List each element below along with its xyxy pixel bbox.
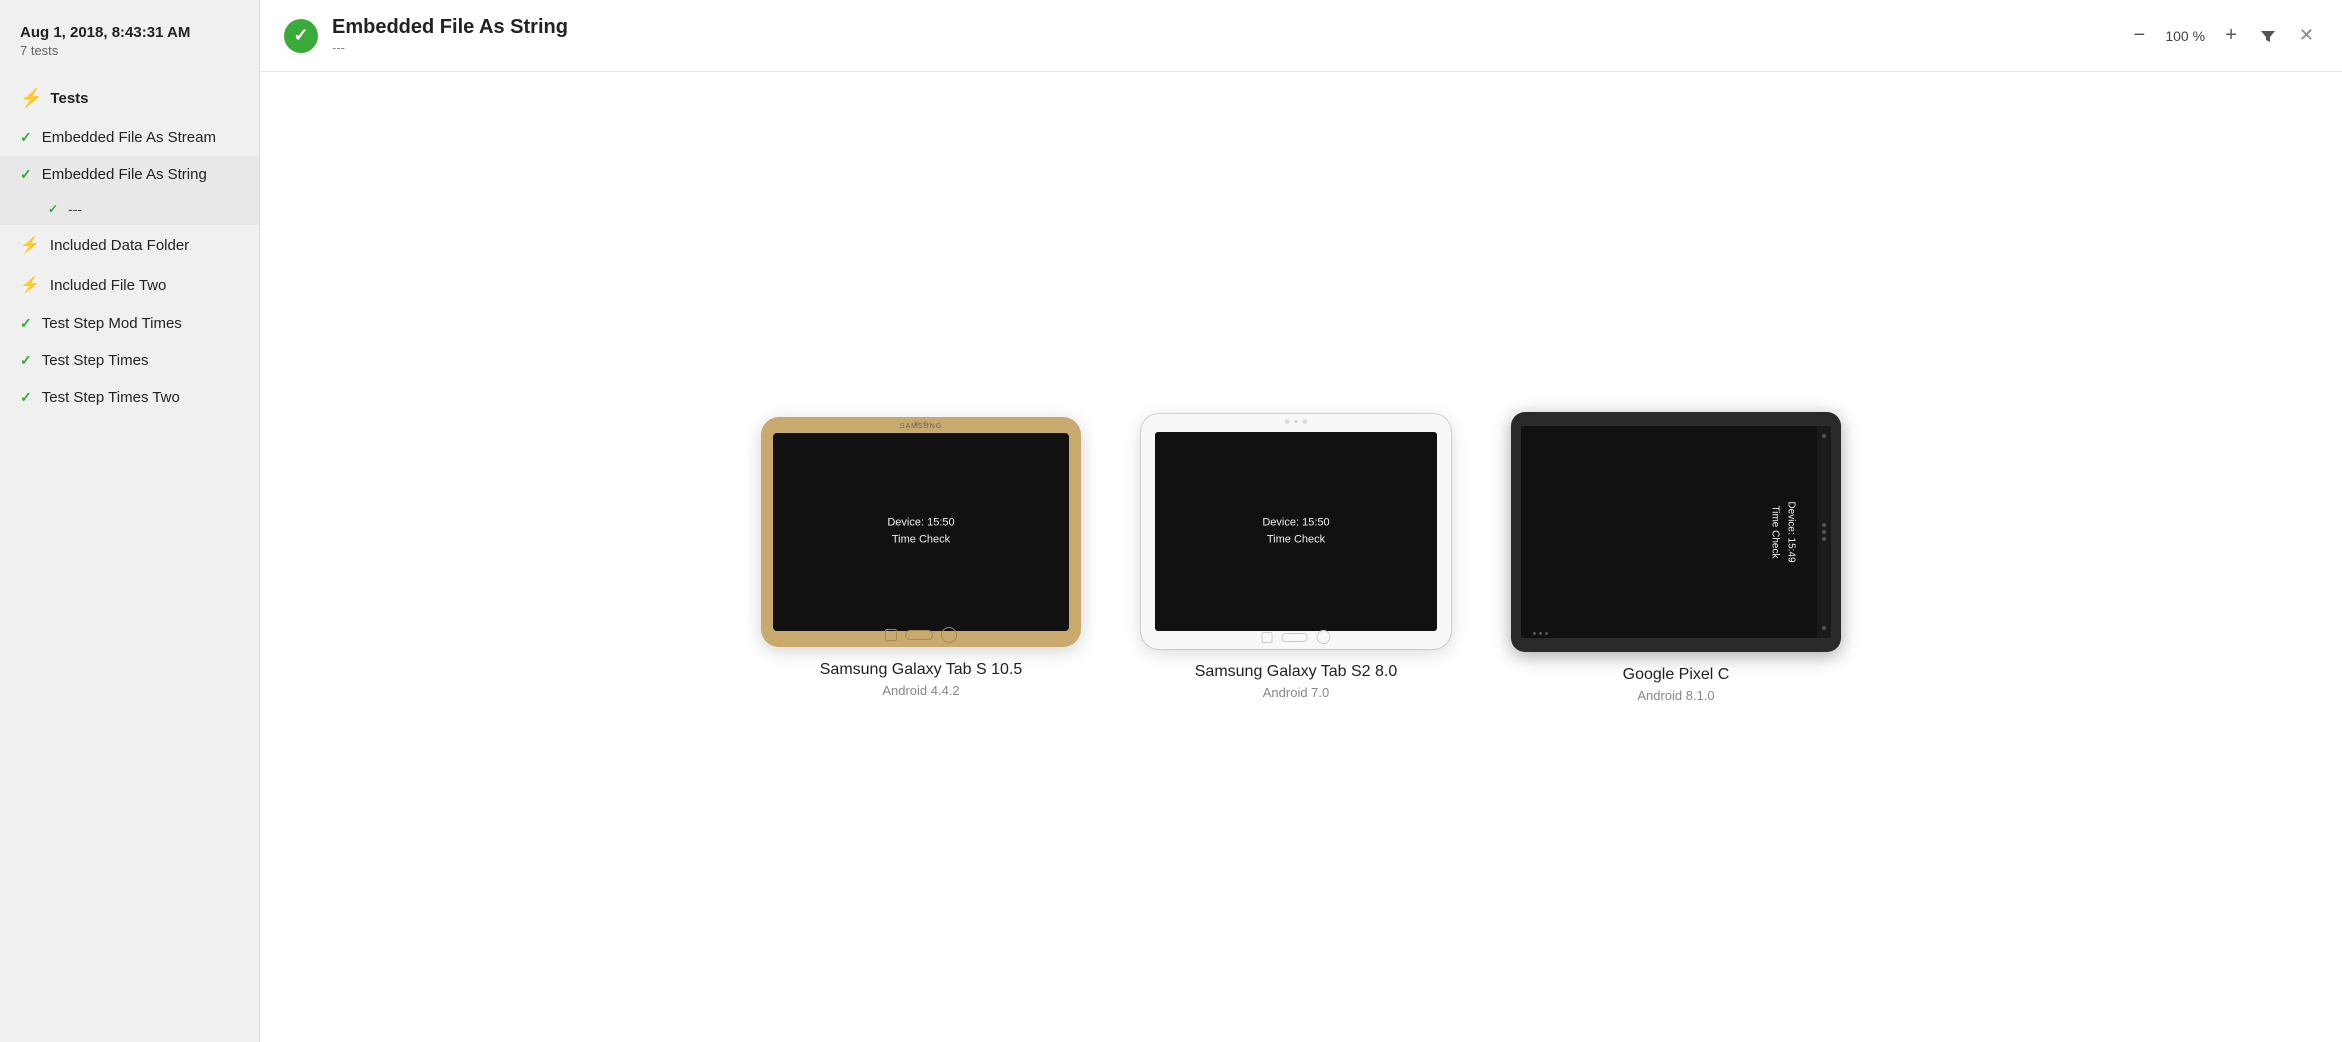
sidebar-item-label: Embedded File As Stream [42, 129, 216, 146]
sidebar-count: 7 tests [20, 43, 239, 58]
header-title-group: Embedded File As String --- [332, 16, 568, 55]
check-icon: ✓ [20, 166, 32, 183]
side-dot [1822, 434, 1826, 438]
sidebar-item-included-data-folder[interactable]: ⚡ Included Data Folder [0, 225, 259, 265]
sidebar-section-label: Tests [50, 90, 88, 107]
main-panel: ✓ Embedded File As String --- − 100 % + … [260, 0, 2342, 1042]
device-screen: Device: 15:50Time Check [773, 433, 1069, 631]
sidebar-item-test-step-times-two[interactable]: ✓ Test Step Times Two [0, 379, 259, 416]
samsung-brand: SAMSUNG [900, 423, 942, 430]
device-name: Samsung Galaxy Tab S 10.5 [820, 661, 1023, 679]
sidebar-item-label: Embedded File As String [42, 166, 207, 183]
sidebar: Aug 1, 2018, 8:43:31 AM 7 tests ⚡ Tests … [0, 0, 260, 1042]
recent-btn [1317, 630, 1331, 644]
device-screen: Device: 15:50Time Check [1155, 432, 1437, 631]
lightning-icon: ⚡ [20, 88, 42, 109]
status-badge-pass: ✓ [284, 19, 318, 53]
zoom-out-button[interactable]: − [2130, 22, 2150, 49]
header-subtitle: --- [332, 40, 568, 55]
device-os: Android 8.1.0 [1637, 688, 1714, 703]
screen-content: Device: 15:50Time Check [887, 514, 954, 549]
screen-content: Device: 15:49Time Check [1766, 501, 1798, 562]
device-name: Samsung Galaxy Tab S2 8.0 [1195, 663, 1398, 681]
side-dots-group [1822, 523, 1826, 541]
top-bar [1285, 419, 1308, 424]
recent-btn [941, 627, 957, 643]
sidebar-item-label: Test Step Times Two [42, 389, 180, 406]
sidebar-item-label: Included File Two [50, 277, 166, 294]
screen-content: Device: 15:50Time Check [1262, 514, 1329, 549]
sidebar-item-test-step-times[interactable]: ✓ Test Step Times [0, 342, 259, 379]
home-btn-area [885, 627, 957, 643]
bottom-dots [1533, 632, 1548, 635]
back-btn [1262, 632, 1273, 643]
back-btn [885, 629, 897, 641]
close-button[interactable]: ✕ [2295, 23, 2318, 48]
side-dot [1822, 537, 1826, 541]
bottom-dot [1545, 632, 1548, 635]
lightning-icon: ⚡ [20, 275, 40, 295]
home-btn [905, 630, 933, 640]
bottom-dot [1533, 632, 1536, 635]
device-os: Android 7.0 [1263, 685, 1330, 700]
lightning-icon: ⚡ [20, 235, 40, 255]
device-os: Android 4.4.2 [882, 683, 959, 698]
camera-dot-2 [1303, 419, 1308, 424]
camera-dot [1285, 419, 1290, 424]
device-mockup-tab-s28: Device: 15:50Time Check [1141, 414, 1451, 649]
check-icon: ✓ [20, 352, 32, 369]
bottom-dot [1539, 632, 1542, 635]
sidebar-item-embedded-file-string[interactable]: ✓ Embedded File As String [0, 156, 259, 193]
sidebar-date: Aug 1, 2018, 8:43:31 AM [20, 24, 239, 41]
check-icon: ✓ [20, 315, 32, 332]
device-screen: Device: 15:49Time Check [1521, 426, 1831, 638]
device-name: Google Pixel C [1623, 666, 1730, 684]
check-icon: ✓ [20, 129, 32, 146]
device-card-samsung-tab-s105: SAMSUNG Device: 15:50Time Check Samsung … [761, 417, 1081, 698]
sidebar-subitem-dashes[interactable]: ✓ --- [0, 193, 259, 225]
filter-button[interactable] [2255, 25, 2281, 47]
sidebar-item-embedded-file-stream[interactable]: ✓ Embedded File As Stream [0, 119, 259, 156]
device-card-samsung-tab-s28: Device: 15:50Time Check Samsung Galaxy T… [1141, 414, 1451, 700]
device-mockup-pixel-c: Device: 15:49Time Check [1511, 412, 1841, 652]
side-dot [1822, 530, 1826, 534]
sidebar-item-label: Test Step Times [42, 352, 149, 369]
devices-area: SAMSUNG Device: 15:50Time Check Samsung … [260, 72, 2342, 1042]
side-dot [1822, 626, 1826, 630]
sidebar-item-label: Test Step Mod Times [42, 315, 182, 332]
sidebar-item-test-step-mod-times[interactable]: ✓ Test Step Mod Times [0, 305, 259, 342]
side-bar [1817, 426, 1831, 638]
sidebar-item-included-file-two[interactable]: ⚡ Included File Two [0, 265, 259, 305]
home-btn-area [1262, 630, 1331, 644]
sidebar-item-label: Included Data Folder [50, 237, 189, 254]
zoom-level: 100 % [2163, 28, 2207, 44]
filter-icon [2259, 27, 2277, 45]
sidebar-header: Aug 1, 2018, 8:43:31 AM 7 tests [0, 24, 259, 78]
header-title: Embedded File As String [332, 16, 568, 39]
sidebar-tests-header: ⚡ Tests [0, 78, 259, 119]
check-icon-small: ✓ [48, 202, 58, 216]
main-header: ✓ Embedded File As String --- − 100 % + … [260, 0, 2342, 72]
device-mockup-tab-s105: SAMSUNG Device: 15:50Time Check [761, 417, 1081, 647]
header-controls: − 100 % + ✕ [2130, 22, 2318, 49]
side-dot [1822, 523, 1826, 527]
device-card-google-pixel-c: Device: 15:49Time Check [1511, 412, 1841, 703]
check-icon: ✓ [20, 389, 32, 406]
sidebar-subitem-label: --- [68, 201, 82, 217]
home-btn [1282, 633, 1308, 642]
zoom-in-button[interactable]: + [2221, 22, 2241, 49]
sensor-dot [1295, 420, 1298, 423]
